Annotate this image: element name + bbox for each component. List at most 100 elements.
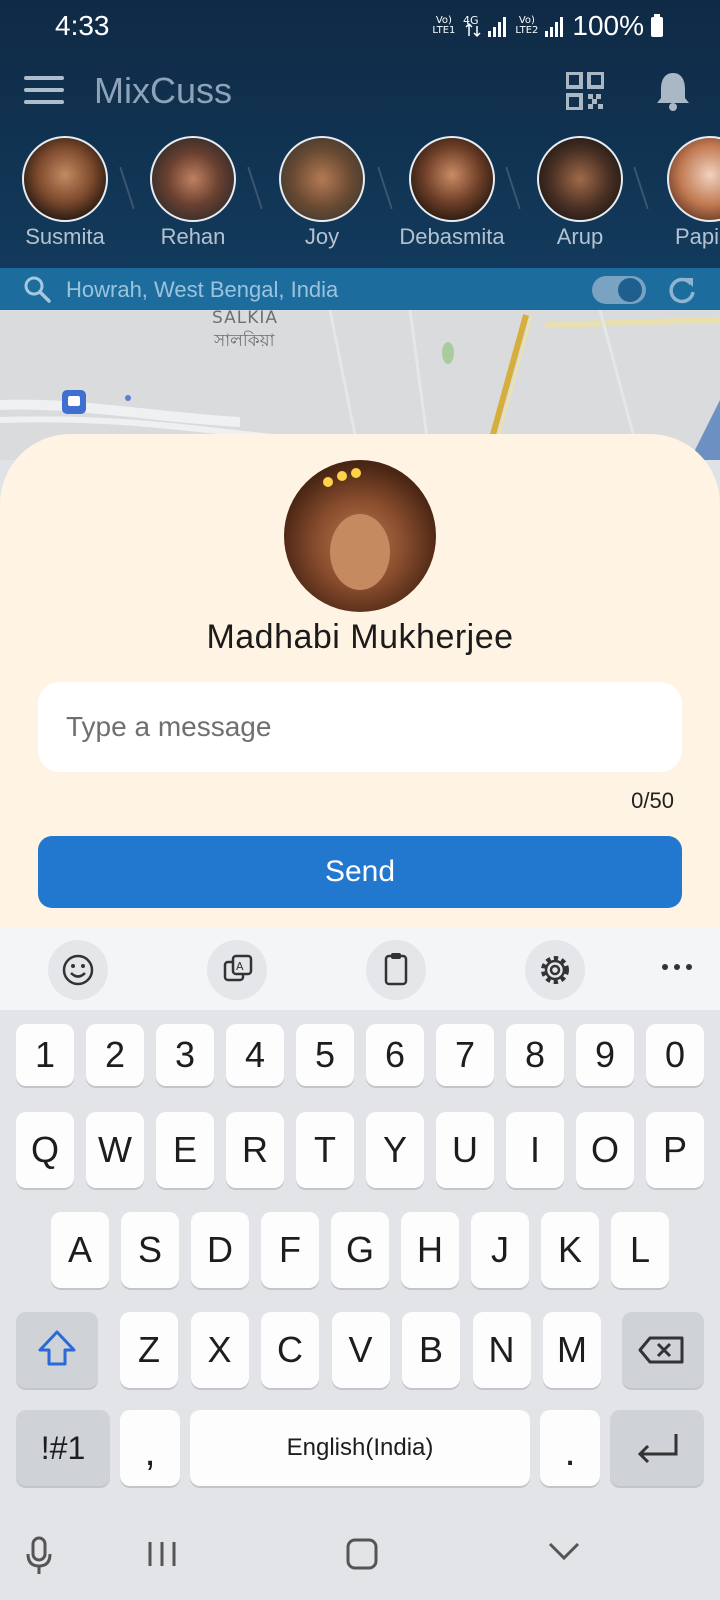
key-c[interactable]: C [261,1312,319,1388]
key-d[interactable]: D [191,1212,249,1288]
toggle-knob [618,278,642,302]
enter-key[interactable] [610,1410,704,1486]
key-4[interactable]: 4 [226,1024,284,1086]
profile-avatar [284,460,436,612]
key-p[interactable]: P [646,1112,704,1188]
avatar [22,136,108,222]
settings-button[interactable] [525,940,585,1000]
key-1[interactable]: 1 [16,1024,74,1086]
menu-icon[interactable] [24,76,64,106]
translate-button[interactable]: A [207,940,267,1000]
backspace-key[interactable] [622,1312,704,1388]
notification-bell-icon[interactable] [654,70,692,112]
key-h[interactable]: H [401,1212,459,1288]
story-item[interactable]: Susmita [0,136,130,250]
status-indicators: Vo) LTE1 4G Vo) LTE2 100% [432,10,664,42]
avatar [667,136,720,222]
send-button[interactable]: Send [38,836,682,908]
key-a[interactable]: A [51,1212,109,1288]
comma-key[interactable]: , [120,1410,180,1486]
key-z[interactable]: Z [120,1312,178,1388]
key-8[interactable]: 8 [506,1024,564,1086]
key-m[interactable]: M [543,1312,601,1388]
search-icon [24,276,51,303]
key-k[interactable]: K [541,1212,599,1288]
story-name: Joy [304,224,340,249]
key-g[interactable]: G [331,1212,389,1288]
profile-photo [323,468,390,590]
symbols-key[interactable]: !#1 [16,1410,110,1486]
key-j[interactable]: J [471,1212,529,1288]
gear-icon [541,956,569,984]
story-item[interactable]: Rehan [128,136,258,250]
emoji-icon [62,954,94,986]
key-f[interactable]: F [261,1212,319,1288]
key-0[interactable]: 0 [646,1024,704,1086]
shift-icon [38,1330,76,1366]
map-label-bn: সালকিয়া [214,331,275,351]
recent-apps-icon[interactable] [146,1538,178,1570]
story-name: Susmita [25,224,105,249]
key-5[interactable]: 5 [296,1024,354,1086]
key-q[interactable]: Q [16,1112,74,1188]
hide-keyboard-icon[interactable] [546,1540,582,1564]
key-9[interactable]: 9 [576,1024,634,1086]
avatar [409,136,495,222]
period-key[interactable]: . [540,1410,600,1486]
story-item[interactable]: Arup [515,136,645,250]
signal-bars-2-icon [545,17,564,37]
avatar [279,136,365,222]
space-key[interactable]: English(India) [190,1410,530,1486]
battery-percent: 100% [572,10,644,41]
shift-key[interactable] [16,1312,98,1388]
story-name: Arup [556,224,604,249]
signal-bars-icon [488,17,507,37]
key-y[interactable]: Y [366,1112,424,1188]
key-b[interactable]: B [402,1312,460,1388]
character-counter: 0/50 [631,788,674,813]
emoji-button[interactable] [48,940,108,1000]
microphone-icon[interactable] [24,1534,54,1576]
key-r[interactable]: R [226,1112,284,1188]
message-input[interactable] [38,682,682,772]
home-icon[interactable] [344,1536,380,1572]
key-6[interactable]: 6 [366,1024,424,1086]
key-x[interactable]: X [190,1312,249,1388]
stories-row[interactable]: Susmita Rehan Joy Debasmita Arup Papi [0,136,720,260]
enter-icon [637,1434,678,1464]
key-s[interactable]: S [121,1212,179,1288]
story-item[interactable]: Debasmita [387,136,517,250]
key-w[interactable]: W [86,1112,144,1188]
story-name: Debasmita [399,224,505,249]
key-3[interactable]: 3 [156,1024,214,1086]
story-item[interactable]: Papi [643,136,720,250]
clipboard-button[interactable] [366,940,426,1000]
sim2-indicator: Vo) LTE2 [515,15,539,36]
key-v[interactable]: V [331,1312,390,1388]
data-arrows-icon: 4G [463,14,481,38]
qr-code-icon[interactable] [566,72,604,110]
location-text[interactable]: Howrah, West Bengal, India [66,277,338,303]
battery-icon [651,14,663,37]
avatar [150,136,236,222]
svg-text:A: A [236,960,244,973]
story-name: Rehan [160,224,226,249]
key-i[interactable]: I [506,1112,564,1188]
key-2[interactable]: 2 [86,1024,144,1086]
key-o[interactable]: O [576,1112,634,1188]
avatar [537,136,623,222]
more-options-icon[interactable] [660,962,694,972]
key-t[interactable]: T [296,1112,354,1188]
story-item[interactable]: Joy [257,136,387,250]
story-name: Papi [675,224,720,249]
keyboard-toolbar [0,928,720,1010]
key-u[interactable]: U [436,1112,494,1188]
clipboard-icon [384,953,408,986]
key-7[interactable]: 7 [436,1024,494,1086]
key-e[interactable]: E [156,1112,214,1188]
key-l[interactable]: L [611,1212,669,1288]
refresh-icon[interactable] [666,274,698,306]
key-n[interactable]: N [472,1312,531,1388]
app-title: MixCuss [94,70,233,111]
backspace-icon [638,1336,684,1364]
